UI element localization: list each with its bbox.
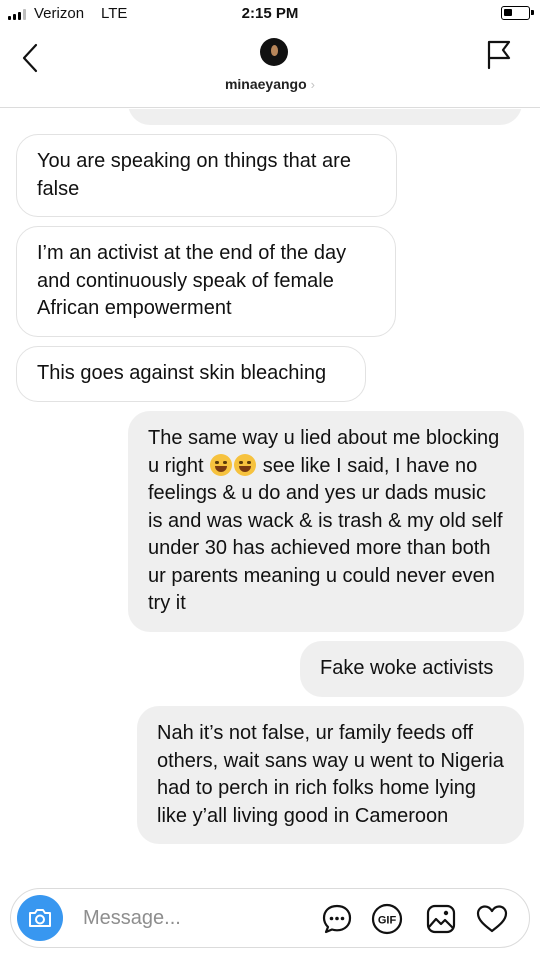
message-bubble-outgoing[interactable]: Nah it’s not false, ur family feeds off …: [137, 706, 524, 844]
flag-icon: [487, 40, 511, 70]
message-bubble-incoming[interactable]: I’m an activist at the end of the day an…: [16, 226, 396, 337]
message-bubble-outgoing[interactable]: Fake woke activists: [300, 641, 524, 697]
message-text: You are speaking on things that are fals…: [37, 150, 351, 200]
like-button[interactable]: [475, 903, 508, 935]
message-bubble-incoming[interactable]: This goes against skin bleaching: [16, 346, 366, 402]
message-text: I’m an activist at the end of the day an…: [37, 242, 347, 319]
gif-button[interactable]: GIF: [371, 903, 403, 935]
chevron-left-icon: [22, 43, 38, 73]
status-time: 2:15 PM: [241, 5, 299, 22]
heart-icon: [476, 905, 508, 933]
message-text: This goes against skin bleaching: [37, 362, 327, 384]
message-bubble-outgoing[interactable]: The same way u lied about me blocking u …: [128, 411, 524, 632]
battery-icon: [501, 6, 534, 20]
sticker-chat-button[interactable]: [321, 903, 353, 935]
gallery-button[interactable]: [425, 903, 457, 935]
message-thread[interactable]: You are speaking on things that are fals…: [0, 109, 540, 879]
gallery-icon: [426, 904, 456, 934]
message-text: see like I said, I have no feelings & u …: [148, 454, 503, 615]
message-input[interactable]: [83, 904, 303, 932]
avatar[interactable]: [260, 38, 288, 66]
message-text: Fake woke activists: [320, 657, 494, 679]
conversation-header: minaeyango ›: [0, 28, 540, 108]
sticker-chat-icon: [322, 904, 352, 934]
username-label: minaeyango: [224, 76, 307, 92]
flag-button[interactable]: [484, 38, 514, 70]
message-bubble-partial: [128, 109, 522, 125]
gif-label: GIF: [378, 915, 397, 927]
chevron-right-icon: ›: [310, 77, 316, 92]
battery-level: [504, 9, 512, 16]
status-bar: Verizon LTE 2:15 PM: [0, 0, 540, 28]
gif-icon: GIF: [371, 903, 403, 935]
message-composer: GIF: [10, 888, 530, 948]
avatar-image: [271, 45, 278, 56]
camera-icon: [29, 909, 51, 927]
camera-button[interactable]: [17, 895, 63, 941]
message-text: Nah it’s not false, ur family feeds off …: [157, 722, 504, 827]
message-bubble-incoming[interactable]: You are speaking on things that are fals…: [16, 134, 397, 217]
back-button[interactable]: [12, 36, 52, 76]
tears-of-joy-emoji-icon: [234, 453, 257, 476]
username-link[interactable]: minaeyango ›: [0, 76, 540, 92]
rolling-on-floor-laughing-emoji-icon: [210, 453, 233, 476]
